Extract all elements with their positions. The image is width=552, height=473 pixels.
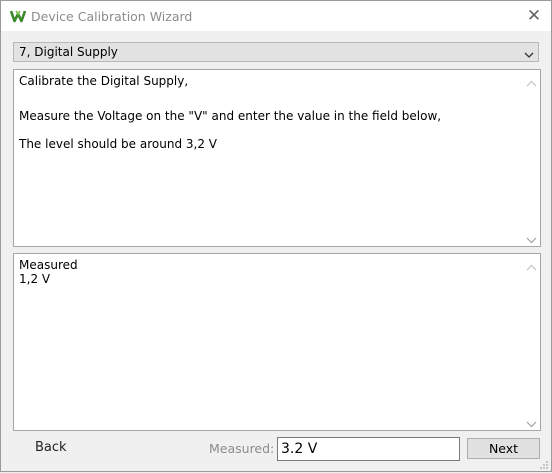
calibration-wizard-window: Device Calibration Wizard ✕ 7, Digital S… — [0, 0, 552, 472]
instructions-line-3: The level should be around 3,2 V — [19, 137, 217, 151]
step-dropdown[interactable]: 7, Digital Supply — [13, 42, 539, 62]
app-logo-icon — [9, 8, 27, 24]
scroll-down-icon[interactable] — [526, 233, 537, 244]
log-line-2: 1,2 V — [19, 272, 51, 286]
scroll-up-icon[interactable] — [526, 260, 537, 271]
chevron-down-icon[interactable] — [524, 48, 534, 58]
scroll-up-icon[interactable] — [526, 76, 537, 87]
instructions-line-1: Calibrate the Digital Supply, — [19, 74, 189, 88]
log-line-1: Measured — [19, 258, 78, 272]
window-title: Device Calibration Wizard — [31, 9, 193, 24]
close-icon: ✕ — [526, 6, 542, 26]
scroll-down-icon[interactable] — [526, 417, 537, 428]
instructions-line-2: Measure the Voltage on the "V" and enter… — [19, 109, 442, 123]
title-bar: Device Calibration Wizard ✕ — [1, 1, 551, 31]
back-button[interactable]: Back — [35, 440, 67, 455]
instructions-scrollbar[interactable] — [523, 70, 540, 246]
resize-grip-icon[interactable] — [539, 459, 549, 469]
measurements-log-textbox[interactable]: Measured 1,2 V — [13, 253, 541, 431]
instructions-textbox[interactable]: Calibrate the Digital Supply, Measure th… — [13, 69, 541, 247]
step-dropdown-value: 7, Digital Supply — [19, 45, 118, 59]
log-scrollbar[interactable] — [523, 254, 540, 430]
measured-input[interactable] — [277, 437, 460, 461]
close-button[interactable]: ✕ — [517, 1, 551, 31]
measured-label: Measured: — [209, 441, 275, 456]
next-button[interactable]: Next — [467, 438, 540, 459]
